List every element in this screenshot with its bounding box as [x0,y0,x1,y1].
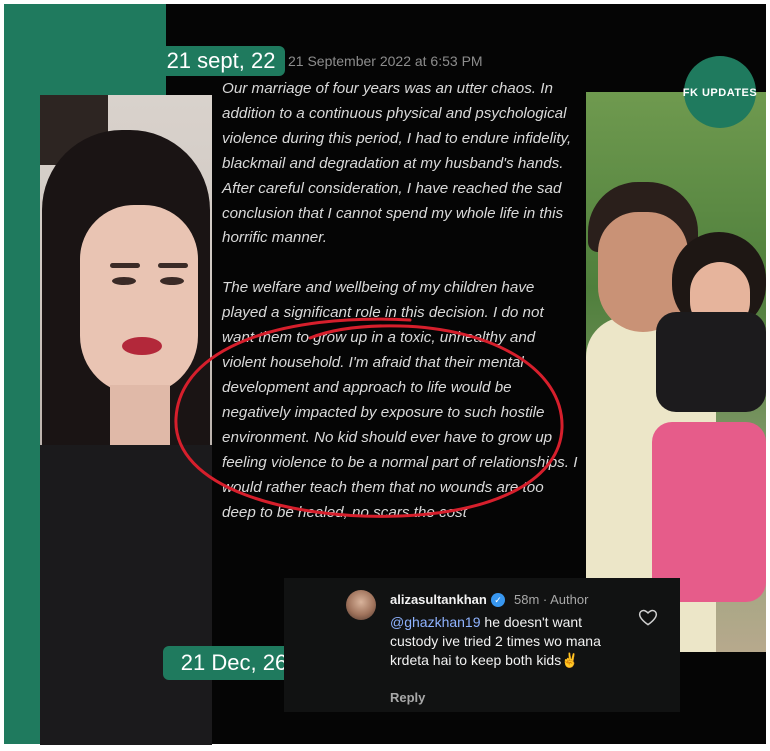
victory-hand-emoji: ✌️ [561,652,579,668]
reply-button[interactable]: Reply [390,690,425,705]
statement-text: Our marriage of four years was an utter … [222,77,578,550]
fk-updates-text: FK UPDATES [682,87,758,99]
date-badge-top: 21 sept, 22 [157,46,285,76]
man-with-child-photo [586,92,766,652]
mention-link[interactable]: @ghazkhan19 [390,614,481,630]
verified-badge-icon: ✓ [491,593,505,607]
heart-outline-icon[interactable] [638,608,658,628]
comment-username[interactable]: alizasultankhan [390,592,487,607]
avatar[interactable] [346,590,376,620]
post-timestamp: 21 September 2022 at 6:53 PM [288,53,483,69]
collage-frame: 21 September 2022 at 6:53 PM Our marriag… [0,0,770,751]
statement-paragraph-2: The welfare and wellbeing of my children… [222,279,578,521]
comment-text: @ghazkhan19 he doesn't want custody ive … [390,613,630,670]
statement-paragraph-1: Our marriage of four years was an utter … [222,80,572,247]
comment-meta: 58m · Author [514,592,589,607]
